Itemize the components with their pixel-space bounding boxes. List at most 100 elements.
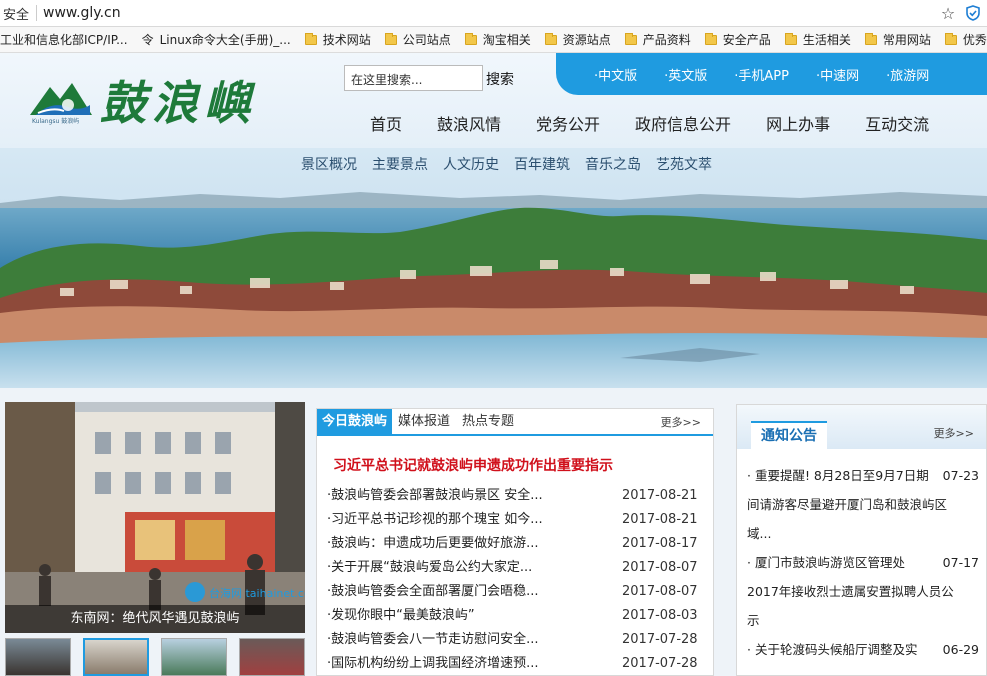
- folder-icon: [304, 32, 317, 45]
- photo-watermark: 台海网 taihainet.com: [209, 586, 305, 600]
- folder-icon: [784, 32, 797, 45]
- search-input[interactable]: 在这里搜索...: [344, 65, 483, 91]
- sub-nav-item[interactable]: 艺苑文萃: [656, 154, 712, 174]
- notice-row[interactable]: · 关于轮渡码头候船厅调整及实 06-29: [747, 635, 979, 664]
- sub-nav-item[interactable]: 景区概况: [301, 154, 357, 174]
- bookmark-label: 产品资料: [642, 33, 691, 47]
- site-header: Kulangsu 鼓浪屿 鼓浪嶼 在这里搜索... 搜索 ·中文版 ·英文版 ·手机…: [0, 53, 987, 148]
- news-row[interactable]: ·鼓浪屿管委会八一节走访慰问安全... 2017-07-28: [327, 628, 707, 652]
- main-nav-item[interactable]: 首页: [370, 111, 402, 135]
- bookmark-label: 资源站点: [562, 33, 611, 47]
- notice-continuation[interactable]: 示: [747, 606, 979, 635]
- main-nav-item[interactable]: 互动交流: [865, 111, 929, 135]
- notice-title-text[interactable]: · 关于轮渡码头候船厅调整及实: [747, 635, 917, 664]
- news-tabs: 今日鼓浪屿 媒体报道 热点专题: [317, 409, 713, 436]
- news-row[interactable]: ·鼓浪屿管委会全面部署厦门会晤稳... 2017-08-07: [327, 580, 707, 604]
- island-landscape-image: [0, 148, 987, 388]
- notice-row[interactable]: · 厦门市鼓浪屿游览区管理处 07-17: [747, 548, 979, 577]
- lang-link[interactable]: ·英文版: [664, 65, 707, 84]
- divider: [36, 5, 37, 21]
- main-nav-item[interactable]: 鼓浪风情: [437, 111, 501, 135]
- notice-more-link[interactable]: 更多>>: [934, 425, 974, 441]
- content-area: 台海网 taihainet.com 东南网：绝代风华遇见鼓浪屿 今日鼓浪屿媒体报…: [0, 388, 987, 676]
- notice-header: 通知公告 更多>>: [737, 405, 986, 449]
- sub-nav-item[interactable]: 主要景点: [372, 154, 428, 174]
- news-title[interactable]: ·鼓浪屿管委会八一节走访慰问安全...: [327, 628, 602, 652]
- bookmark-item[interactable]: 安全产品: [704, 31, 771, 48]
- news-row[interactable]: ·习近平总书记珍视的那个瑰宝 如今... 2017-08-21: [327, 508, 707, 532]
- lang-link[interactable]: ·中速网: [816, 65, 859, 84]
- news-row[interactable]: ·国际机构纷纷上调我国经济增速预... 2017-07-28: [327, 652, 707, 676]
- folder-icon: [864, 32, 877, 45]
- notice-panel: 通知公告 更多>> · 重要提醒! 8月28日至9月7日期 07-23 间请游客尽量…: [736, 404, 987, 676]
- bookmark-star-icon[interactable]: ☆: [937, 4, 959, 23]
- bookmark-item[interactable]: 优秀站点: [944, 31, 987, 48]
- sub-nav-item[interactable]: 音乐之岛: [585, 154, 641, 174]
- news-title[interactable]: ·鼓浪屿管委会全面部署厦门会晤稳...: [327, 580, 602, 604]
- notice-continuation[interactable]: 2017年接收烈士遗属安置拟聘人员公: [747, 577, 979, 606]
- lang-link[interactable]: ·手机APP: [734, 65, 789, 84]
- logo-icon[interactable]: Kulangsu 鼓浪屿: [28, 75, 94, 125]
- news-tab[interactable]: 今日鼓浪屿: [317, 409, 393, 434]
- lang-link[interactable]: ·旅游网: [886, 65, 929, 84]
- news-title[interactable]: ·鼓浪屿管委会部署鼓浪屿景区 安全...: [327, 484, 602, 508]
- security-indicator[interactable]: 安全: [0, 4, 36, 23]
- main-nav: 首页 鼓浪风情 党务公开 政府信息公开 网上办事 互动交流: [370, 111, 964, 135]
- news-row[interactable]: ·鼓浪屿：申遗成功后更要做好旅游... 2017-08-17: [327, 532, 707, 556]
- main-nav-item[interactable]: 网上办事: [766, 111, 830, 135]
- bookmark-label: 淘宝相关: [482, 33, 531, 47]
- bookmark-item[interactable]: 技术网站: [304, 31, 371, 48]
- folder-icon: [704, 32, 717, 45]
- news-tab[interactable]: 热点专题: [456, 409, 520, 434]
- news-headline[interactable]: 习近平总书记就鼓浪屿申遗成功作出重要指示: [333, 455, 613, 475]
- thumbnail[interactable]: [83, 638, 149, 676]
- notice-row[interactable]: · 重要提醒! 8月28日至9月7日期 07-23: [747, 461, 979, 490]
- news-title[interactable]: ·发现你眼中“最美鼓浪屿”: [327, 604, 602, 628]
- news-title[interactable]: ·关于开展“鼓浪屿爱岛公约大家定...: [327, 556, 602, 580]
- url-field[interactable]: www.gly.cn: [43, 5, 937, 21]
- featured-photo[interactable]: 台海网 taihainet.com 东南网：绝代风华遇见鼓浪屿: [5, 402, 305, 633]
- logo-text[interactable]: 鼓浪嶼: [100, 67, 256, 133]
- notice-continuation[interactable]: 域...: [747, 519, 979, 548]
- bookmark-label: 安全产品: [722, 33, 771, 47]
- bookmark-item[interactable]: 常用网站: [864, 31, 931, 48]
- news-title[interactable]: ·习近平总书记珍视的那个瑰宝 如今...: [327, 508, 602, 532]
- news-title[interactable]: ·国际机构纷纷上调我国经济增速预...: [327, 652, 602, 676]
- bookmark-item[interactable]: 生活相关: [784, 31, 851, 48]
- terminal-icon: 令: [141, 33, 154, 47]
- search-button[interactable]: 搜索: [486, 69, 514, 89]
- main-nav-item[interactable]: 政府信息公开: [635, 111, 731, 135]
- folder-icon: [544, 32, 557, 45]
- bookmark-item[interactable]: 工业和信息化部ICP/IP...: [0, 31, 128, 48]
- bookmark-item[interactable]: 公司站点: [384, 31, 451, 48]
- bookmark-item[interactable]: 令 Linux命令大全(手册)_...: [142, 31, 291, 48]
- bookmark-item[interactable]: 产品资料: [624, 31, 691, 48]
- notice-title-text[interactable]: · 厦门市鼓浪屿游览区管理处: [747, 548, 905, 577]
- news-date: 2017-07-28: [622, 632, 698, 647]
- bookmark-item[interactable]: 淘宝相关: [464, 31, 531, 48]
- lang-link[interactable]: ·中文版: [594, 65, 637, 84]
- thumbnail[interactable]: [161, 638, 227, 676]
- news-date: 2017-08-21: [622, 488, 698, 503]
- news-row[interactable]: ·鼓浪屿管委会部署鼓浪屿景区 安全... 2017-08-21: [327, 484, 707, 508]
- sub-nav-item[interactable]: 百年建筑: [514, 154, 570, 174]
- news-row[interactable]: ·关于开展“鼓浪屿爱岛公约大家定... 2017-08-07: [327, 556, 707, 580]
- thumbnail[interactable]: [239, 638, 305, 676]
- news-row[interactable]: ·发现你眼中“最美鼓浪屿” 2017-08-03: [327, 604, 707, 628]
- news-date: 2017-07-28: [622, 656, 698, 671]
- news-title[interactable]: ·鼓浪屿：申遗成功后更要做好旅游...: [327, 532, 602, 556]
- bookmark-label: 公司站点: [402, 33, 451, 47]
- news-tab[interactable]: 媒体报道: [392, 409, 456, 434]
- bookmark-item[interactable]: 资源站点: [544, 31, 611, 48]
- sub-nav-item[interactable]: 人文历史: [443, 154, 499, 174]
- thumbnail-strip: [5, 638, 305, 676]
- notice-title[interactable]: 通知公告: [751, 421, 827, 449]
- notice-title-text[interactable]: · 重要提醒! 8月28日至9月7日期: [747, 461, 929, 490]
- thumbnail[interactable]: [5, 638, 71, 676]
- main-nav-item[interactable]: 党务公开: [536, 111, 600, 135]
- shield-icon[interactable]: [959, 0, 987, 27]
- news-more-link[interactable]: 更多>>: [661, 414, 701, 430]
- bookmark-label: 优秀站点: [962, 33, 987, 47]
- photo-caption[interactable]: 东南网：绝代风华遇见鼓浪屿: [5, 605, 305, 633]
- notice-continuation[interactable]: 间请游客尽量避开厦门岛和鼓浪屿区: [747, 490, 979, 519]
